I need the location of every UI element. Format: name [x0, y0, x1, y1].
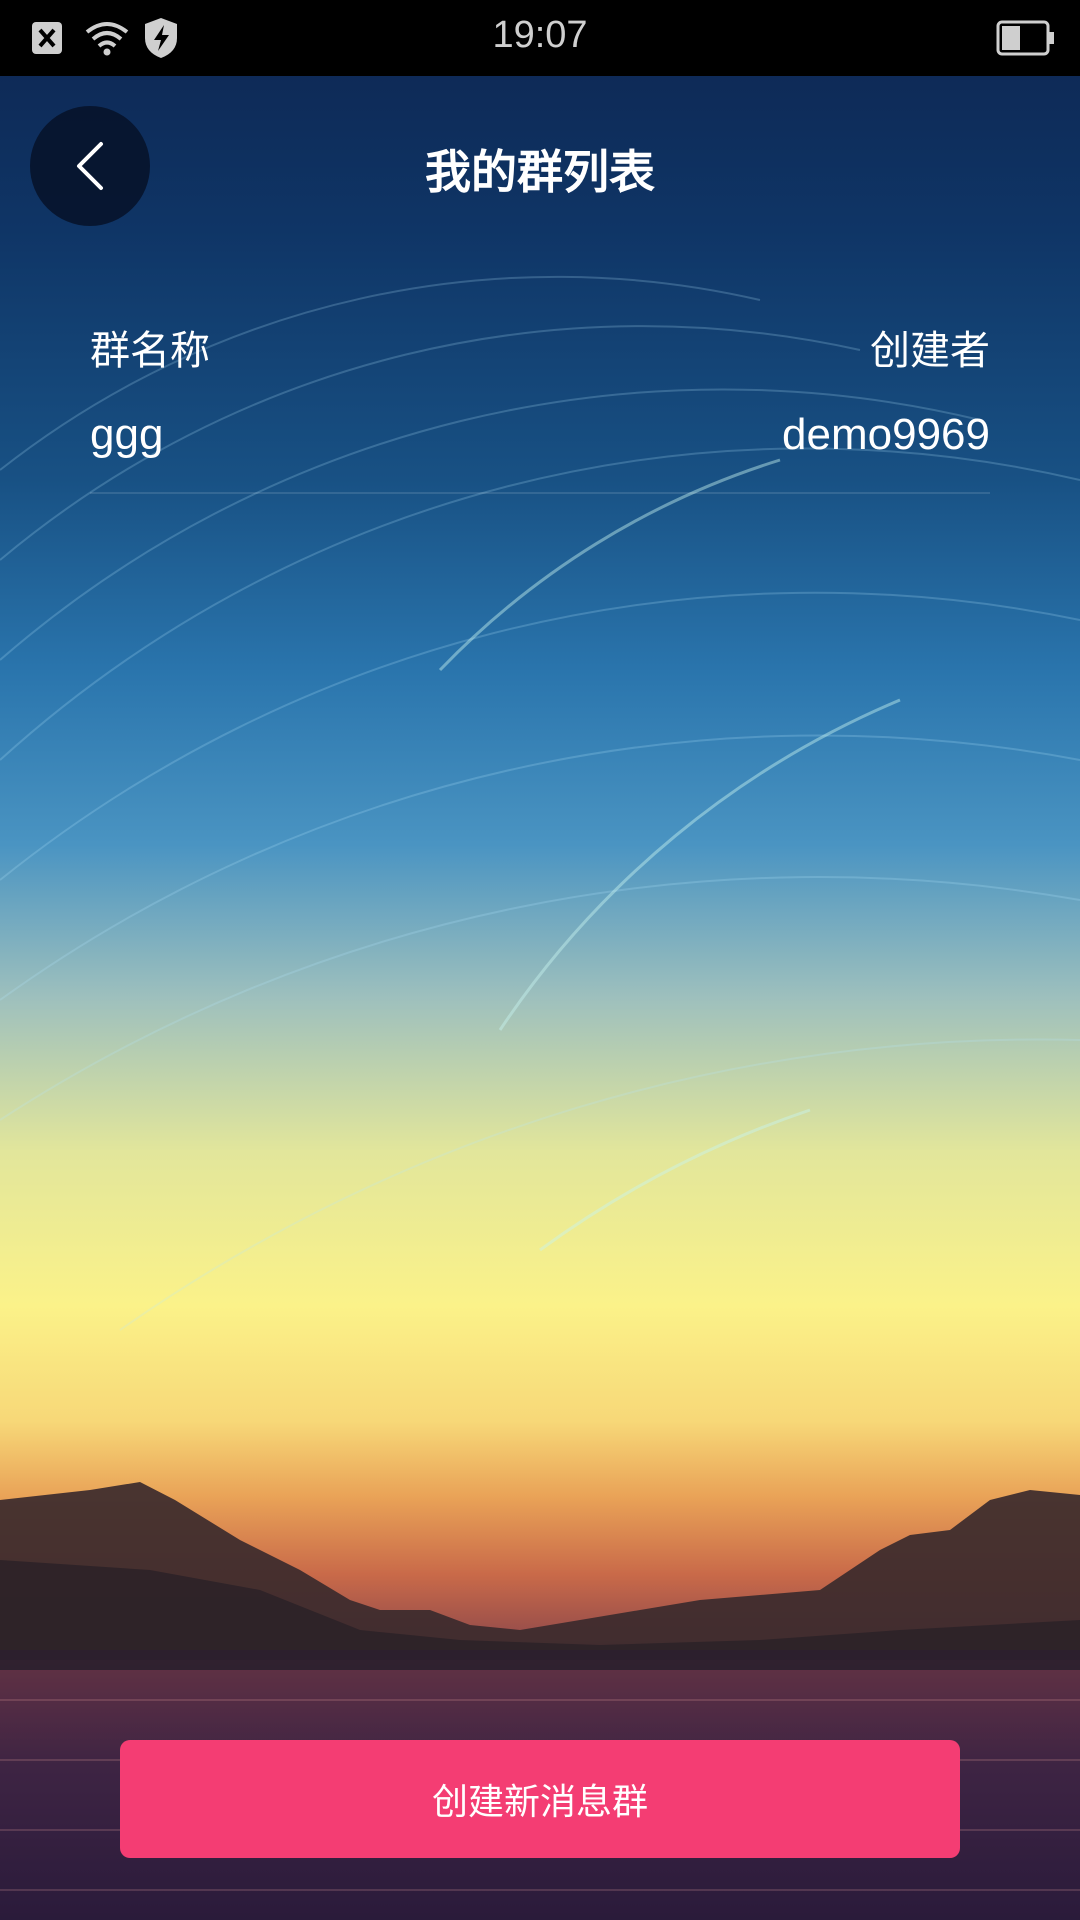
table-header: 群名称 创建者: [90, 318, 990, 376]
group-name-cell: ggg: [90, 410, 164, 459]
page-title: 我的群列表: [425, 145, 655, 199]
battery-icon: [996, 20, 1056, 64]
column-header-group-name: 群名称: [90, 328, 210, 374]
background-image: [0, 0, 1080, 1920]
column-header-creator: 创建者: [870, 328, 990, 374]
status-time: 19:07: [492, 14, 588, 56]
status-bar: 19:07: [0, 0, 1080, 76]
table-row[interactable]: ggg demo9969: [90, 410, 990, 460]
scenery-illustration: [0, 275, 1080, 1920]
create-group-button[interactable]: 创建新消息群: [120, 1740, 960, 1858]
row-divider: [90, 492, 990, 494]
creator-cell: demo9969: [782, 410, 990, 459]
